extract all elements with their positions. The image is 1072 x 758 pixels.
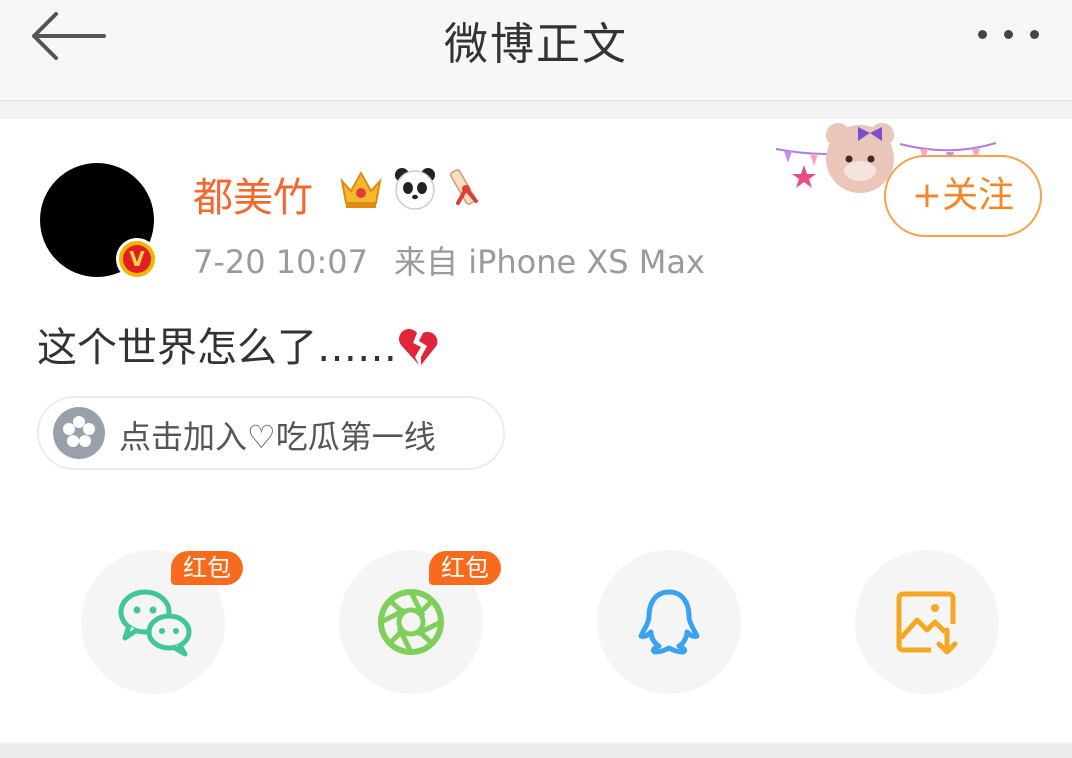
author-name[interactable]: 都美竹	[193, 165, 313, 223]
moments-icon	[378, 589, 444, 655]
page-title: 微博正文	[444, 19, 628, 70]
more-button[interactable]	[974, 20, 1050, 50]
bottom-divider	[0, 743, 1072, 758]
save-image-icon	[896, 591, 958, 655]
panda-icon[interactable]	[390, 163, 440, 213]
save-image-button[interactable]	[855, 550, 999, 694]
follow-button[interactable]: +关注	[884, 155, 1042, 237]
red-packet-badge: 红包	[429, 551, 501, 585]
post-text: 这个世界怎么了……	[37, 325, 397, 371]
verified-badge: V	[116, 238, 158, 280]
topic-link[interactable]: 点击加入♡吃瓜第一线	[37, 396, 505, 470]
verified-v-icon: V	[123, 245, 151, 273]
post-card: V 都美竹 7-20 10:07 来自 iPhone XS Max +关注 这个世…	[0, 119, 1072, 743]
ribbon-scroll-icon[interactable]	[444, 163, 494, 213]
qq-icon	[638, 589, 700, 655]
topic-label: 点击加入♡吃瓜第一线	[119, 418, 436, 456]
wechat-icon	[118, 589, 192, 657]
post-time: 7-20 10:07	[193, 243, 369, 281]
crown-icon[interactable]	[336, 163, 386, 213]
more-dots-icon	[978, 30, 987, 39]
flower-icon	[53, 407, 105, 459]
post-source: 来自 iPhone XS Max	[394, 243, 705, 281]
broken-heart-icon	[399, 329, 438, 365]
post-content: 这个世界怎么了……	[37, 315, 441, 373]
red-packet-badge: 红包	[171, 551, 243, 585]
post-meta: 7-20 10:07 来自 iPhone XS Max	[193, 237, 705, 283]
navigation-bar: 微博正文	[0, 0, 1072, 101]
share-qq-button[interactable]	[597, 550, 741, 694]
